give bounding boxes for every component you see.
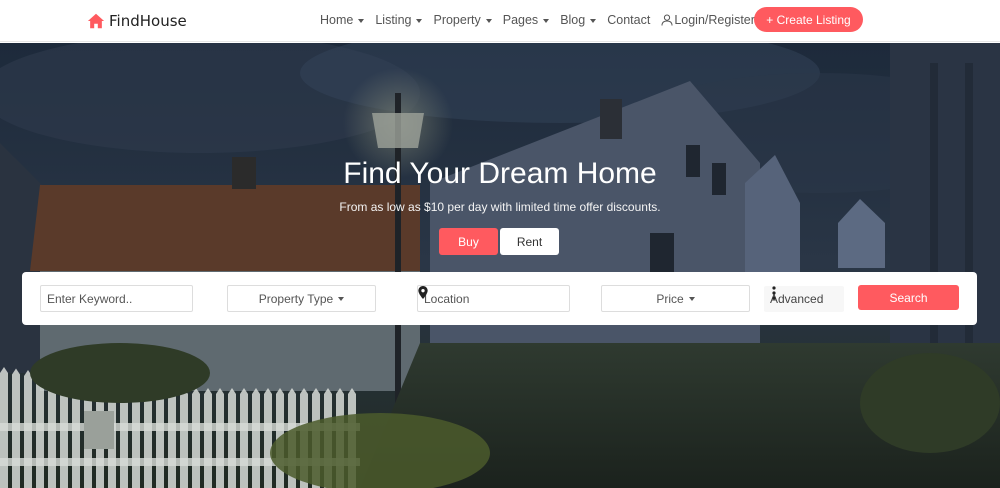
hero-background-image (0, 43, 1000, 488)
caret-down-icon (338, 297, 345, 301)
nav-item-blog[interactable]: Blog (560, 13, 597, 27)
nav-item-label: Blog (560, 13, 586, 27)
user-icon (661, 14, 673, 26)
nav-item-label: Property (433, 13, 481, 27)
advanced-toggle[interactable]: Advanced (764, 286, 844, 312)
map-pin-icon (418, 286, 428, 299)
brand-logo[interactable]: FindHouse (87, 12, 187, 30)
tab-buy[interactable]: Buy (439, 228, 498, 255)
search-button[interactable]: Search (858, 285, 959, 310)
property-type-select[interactable]: Property Type (227, 285, 376, 312)
nav-item-pages[interactable]: Pages (502, 13, 550, 27)
caret-down-icon (590, 18, 597, 23)
home-icon (87, 13, 105, 29)
nav-item-label: Home (320, 13, 354, 27)
caret-down-icon (485, 18, 492, 23)
vertical-dots-icon (772, 286, 776, 300)
price-label: Price (656, 291, 684, 306)
caret-down-icon (543, 18, 550, 23)
price-select[interactable]: Price (601, 285, 750, 312)
nav-item-label: Pages (502, 13, 539, 27)
location-input[interactable]: Location (417, 285, 570, 312)
hero-section: Find Your Dream Home From as low as $10 … (0, 43, 1000, 488)
location-placeholder: Location (424, 291, 470, 306)
caret-down-icon (688, 297, 695, 301)
login-register-link[interactable]: Login/Register (661, 13, 755, 27)
login-register-label: Login/Register (674, 13, 755, 27)
search-panel: Enter Keyword.. Property Type Location P… (22, 272, 977, 325)
tab-rent[interactable]: Rent (500, 228, 559, 255)
keyword-placeholder: Enter Keyword.. (47, 291, 133, 306)
caret-down-icon (416, 18, 423, 23)
nav-item-label: Contact (607, 13, 651, 27)
caret-down-icon (358, 18, 365, 23)
keyword-input[interactable]: Enter Keyword.. (40, 285, 193, 312)
create-listing-button[interactable]: + Create Listing (754, 7, 863, 32)
brand-name: FindHouse (109, 12, 187, 30)
nav-item-listing[interactable]: Listing (375, 13, 423, 27)
property-type-label: Property Type (258, 291, 334, 306)
nav-item-property[interactable]: Property (433, 13, 492, 27)
hero-subtitle: From as low as $10 per day with limited … (339, 200, 661, 214)
nav-item-label: Listing (375, 13, 412, 27)
hero-title: Find Your Dream Home (343, 157, 657, 190)
advanced-label: Advanced (770, 292, 824, 306)
nav-item-home[interactable]: Home (320, 13, 365, 27)
nav-item-contact[interactable]: Contact (607, 13, 650, 27)
top-navbar: FindHouse Home Listing Property Pages Bl… (0, 0, 1000, 42)
main-nav: Home Listing Property Pages Blog Contact (320, 13, 766, 27)
